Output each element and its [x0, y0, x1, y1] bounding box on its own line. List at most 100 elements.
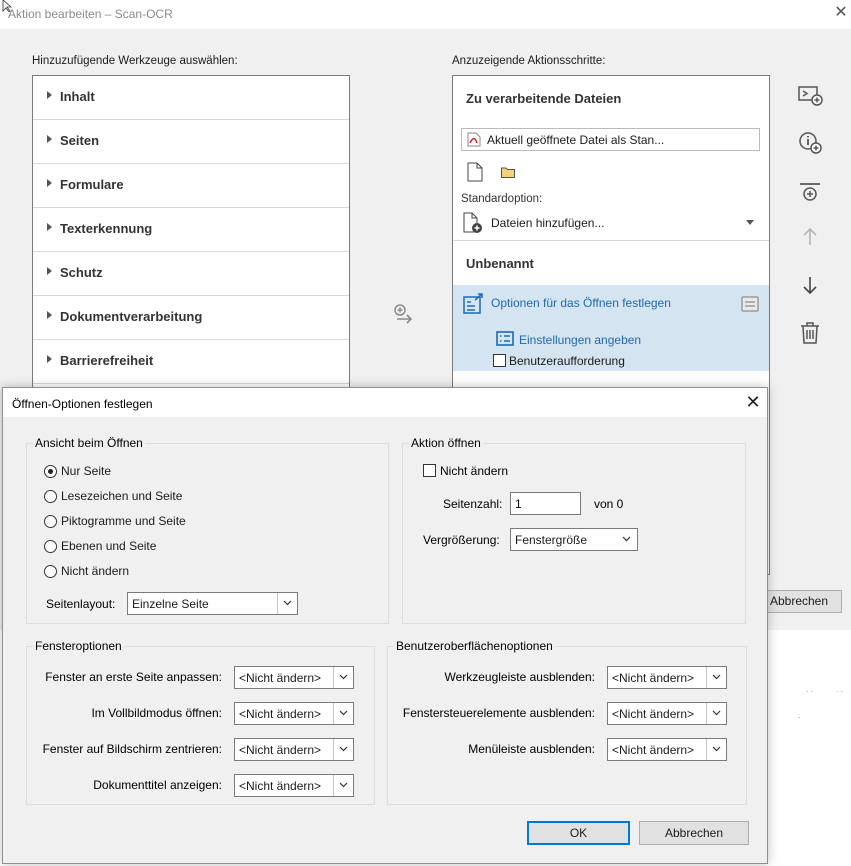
fullscreen-label: Im Vollbildmodus öffnen: [91, 706, 222, 720]
dropdown-button[interactable] [333, 775, 353, 796]
chevron-down-icon [283, 600, 292, 606]
open-options-dialog: Öffnen-Optionen festlegen ✕ Ansicht beim… [2, 387, 768, 864]
open-action-group: Aktion öffnen Nicht ändern Seitenzahl: v… [402, 436, 746, 624]
new-file-icon[interactable] [467, 162, 483, 182]
chevron-down-icon [712, 746, 721, 752]
hide-toolbar-label: Werkzeugleiste ausblenden: [444, 670, 595, 684]
step-settings-icon[interactable] [741, 296, 759, 312]
chevron-down-icon [622, 536, 631, 542]
tool-item-schutz[interactable]: Schutz [33, 252, 349, 296]
hide-menubar-select[interactable]: <Nicht ändern> [607, 738, 727, 761]
add-message-icon[interactable] [797, 83, 823, 109]
dropdown-button[interactable] [277, 593, 297, 614]
ui-options-group: Benutzeroberflächenoptionen Werkzeugleis… [387, 639, 747, 805]
add-instruction-icon[interactable] [797, 130, 823, 156]
radio-button[interactable] [44, 490, 57, 503]
close-icon[interactable]: ✕ [832, 4, 850, 22]
chevron-right-icon [47, 223, 52, 231]
no-change-label: Nicht ändern [440, 464, 509, 478]
chevron-down-icon [339, 782, 348, 788]
page-layout-label: Seitenlayout: [46, 597, 116, 611]
add-to-steps-icon[interactable] [393, 303, 415, 325]
tool-item-barrierefreiheit[interactable]: Barrierefreiheit [33, 340, 349, 384]
center-window-select[interactable]: <Nicht ändern> [234, 738, 354, 761]
view-group: Ansicht beim Öffnen Nur Seite Lesezeiche… [26, 436, 389, 624]
radio-button[interactable] [44, 465, 57, 478]
fit-window-select[interactable]: <Nicht ändern> [234, 666, 354, 689]
tool-item-formulare[interactable]: Formulare [33, 164, 349, 208]
tools-label: Hinzuzufügende Werkzeuge auswählen: [32, 55, 238, 67]
doc-title-label: Dokumenttitel anzeigen: [93, 778, 222, 792]
step-open-options-label: Optionen für das Öffnen festlegen [491, 296, 671, 310]
chevron-right-icon [47, 91, 52, 99]
chevron-right-icon [47, 267, 52, 275]
chevron-down-icon [712, 710, 721, 716]
chevron-down-icon[interactable] [746, 220, 754, 225]
ok-button[interactable]: OK [527, 821, 630, 845]
trash-icon[interactable] [797, 320, 823, 346]
specify-settings-link[interactable]: Einstellungen angeben [519, 333, 641, 347]
divider [453, 240, 769, 241]
chevron-down-icon [339, 710, 348, 716]
zoom-select[interactable]: Fenstergröße [510, 528, 638, 551]
dropdown-button[interactable] [333, 667, 353, 688]
user-prompt-label: Benutzeraufforderung [509, 354, 625, 368]
folder-icon[interactable] [501, 166, 515, 178]
fit-window-label: Fenster an erste Seite anpassen: [45, 670, 222, 684]
radio-button[interactable] [44, 540, 57, 553]
chevron-right-icon [47, 311, 52, 319]
dropdown-button[interactable] [706, 667, 726, 688]
dropdown-button[interactable] [333, 703, 353, 724]
open-action-group-title: Aktion öffnen [409, 436, 483, 450]
radio-button[interactable] [44, 515, 57, 528]
hide-toolbar-select[interactable]: <Nicht ändern> [607, 666, 727, 689]
background-cancel-button[interactable]: Abbrechen [756, 590, 842, 613]
no-change-checkbox[interactable] [423, 464, 436, 477]
current-file-row[interactable]: Aktuell geöffnete Datei als Stan... [461, 128, 760, 151]
hide-window-controls-label: Fenstersteuerelemente ausblenden: [402, 706, 595, 720]
zoom-label: Vergrößerung: [423, 533, 500, 547]
doc-title-select[interactable]: <Nicht ändern> [234, 774, 354, 797]
chevron-down-icon [339, 674, 348, 680]
dialog-titlebar: Öffnen-Optionen festlegen ✕ [3, 388, 767, 417]
step-open-options[interactable]: Optionen für das Öffnen festlegen Einste… [453, 285, 769, 371]
cancel-button[interactable]: Abbrechen [639, 821, 749, 845]
dropdown-button[interactable] [706, 739, 726, 760]
action-editor-titlebar: Aktion bearbeiten – Scan-OCR ✕ [0, 0, 851, 29]
dropdown-button[interactable] [617, 529, 637, 550]
page-number-field[interactable] [510, 492, 581, 515]
dropdown-button[interactable] [706, 703, 726, 724]
center-window-label: Fenster auf Bildschirm zentrieren: [42, 742, 222, 756]
open-options-icon [463, 293, 483, 314]
window-options-title: Fensteroptionen [33, 639, 124, 653]
tool-item-dokumentverarbeitung[interactable]: Dokumentverarbeitung [33, 296, 349, 340]
standard-option-label: Standardoption: [461, 193, 543, 205]
settings-list-icon [496, 331, 514, 346]
move-down-icon[interactable] [797, 272, 823, 298]
radio-button[interactable] [44, 565, 57, 578]
chevron-right-icon [47, 179, 52, 187]
dialog-title: Öffnen-Optionen festlegen [12, 397, 153, 411]
files-section-title: Zu verarbeitende Dateien [466, 91, 622, 106]
user-prompt-checkbox[interactable] [493, 354, 506, 367]
tool-item-inhalt[interactable]: Inhalt [33, 76, 349, 120]
move-up-icon[interactable] [797, 224, 823, 250]
close-icon[interactable]: ✕ [743, 392, 763, 412]
tool-item-seiten[interactable]: Seiten [33, 120, 349, 164]
page-layout-select[interactable]: Einzelne Seite [127, 592, 298, 615]
dropdown-button[interactable] [333, 739, 353, 760]
page-number-input[interactable] [511, 493, 580, 514]
hide-window-controls-select[interactable]: <Nicht ändern> [607, 702, 727, 725]
add-files-dropdown[interactable]: Dateien hinzufügen... [491, 216, 604, 230]
add-panel-divider-icon[interactable] [797, 180, 823, 206]
background-artifact: . [798, 710, 803, 720]
chevron-down-icon [712, 674, 721, 680]
steps-label: Anzuzeigende Aktionsschritte: [452, 55, 606, 67]
tool-item-texterkennung[interactable]: Texterkennung [33, 208, 349, 252]
ui-options-title: Benutzeroberflächenoptionen [394, 639, 555, 653]
page-of-label: von 0 [594, 497, 624, 511]
hide-menubar-label: Menüleiste ausblenden: [468, 742, 595, 756]
add-files-icon [463, 212, 482, 233]
window-options-group: Fensteroptionen Fenster an erste Seite a… [26, 639, 375, 805]
fullscreen-select[interactable]: <Nicht ändern> [234, 702, 354, 725]
